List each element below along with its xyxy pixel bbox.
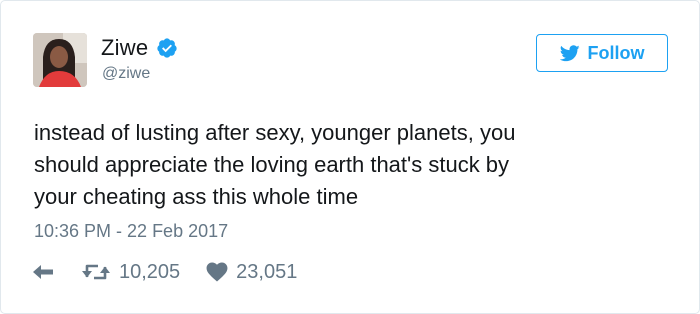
heart-icon	[206, 262, 228, 282]
like-button[interactable]: 23,051	[206, 261, 297, 284]
twitter-bird-icon	[559, 44, 580, 61]
retweet-button[interactable]: 10,205	[81, 261, 180, 284]
reply-arrow-icon	[33, 265, 53, 279]
reply-button[interactable]	[31, 262, 55, 282]
avatar-image	[33, 33, 87, 87]
user-handle[interactable]: @ziwe	[102, 65, 150, 83]
display-name[interactable]: Ziwe	[101, 35, 148, 61]
verified-badge-icon	[156, 37, 178, 59]
tweet-text: instead of lusting after sexy, younger p…	[34, 120, 516, 209]
tweet-actions: 10,205 23,051	[31, 259, 297, 285]
follow-button-label: Follow	[587, 42, 645, 63]
tweet-card: Ziwe @ziwe Follow instead of lusting aft…	[0, 0, 700, 314]
like-count: 23,051	[236, 260, 298, 283]
retweet-icon	[82, 264, 110, 280]
retweet-count: 10,205	[119, 260, 181, 283]
avatar[interactable]	[33, 33, 87, 87]
name-row: Ziwe	[101, 34, 178, 62]
follow-button[interactable]: Follow	[536, 34, 668, 72]
tweet-timestamp[interactable]: 10:36 PM - 22 Feb 2017	[34, 221, 228, 242]
